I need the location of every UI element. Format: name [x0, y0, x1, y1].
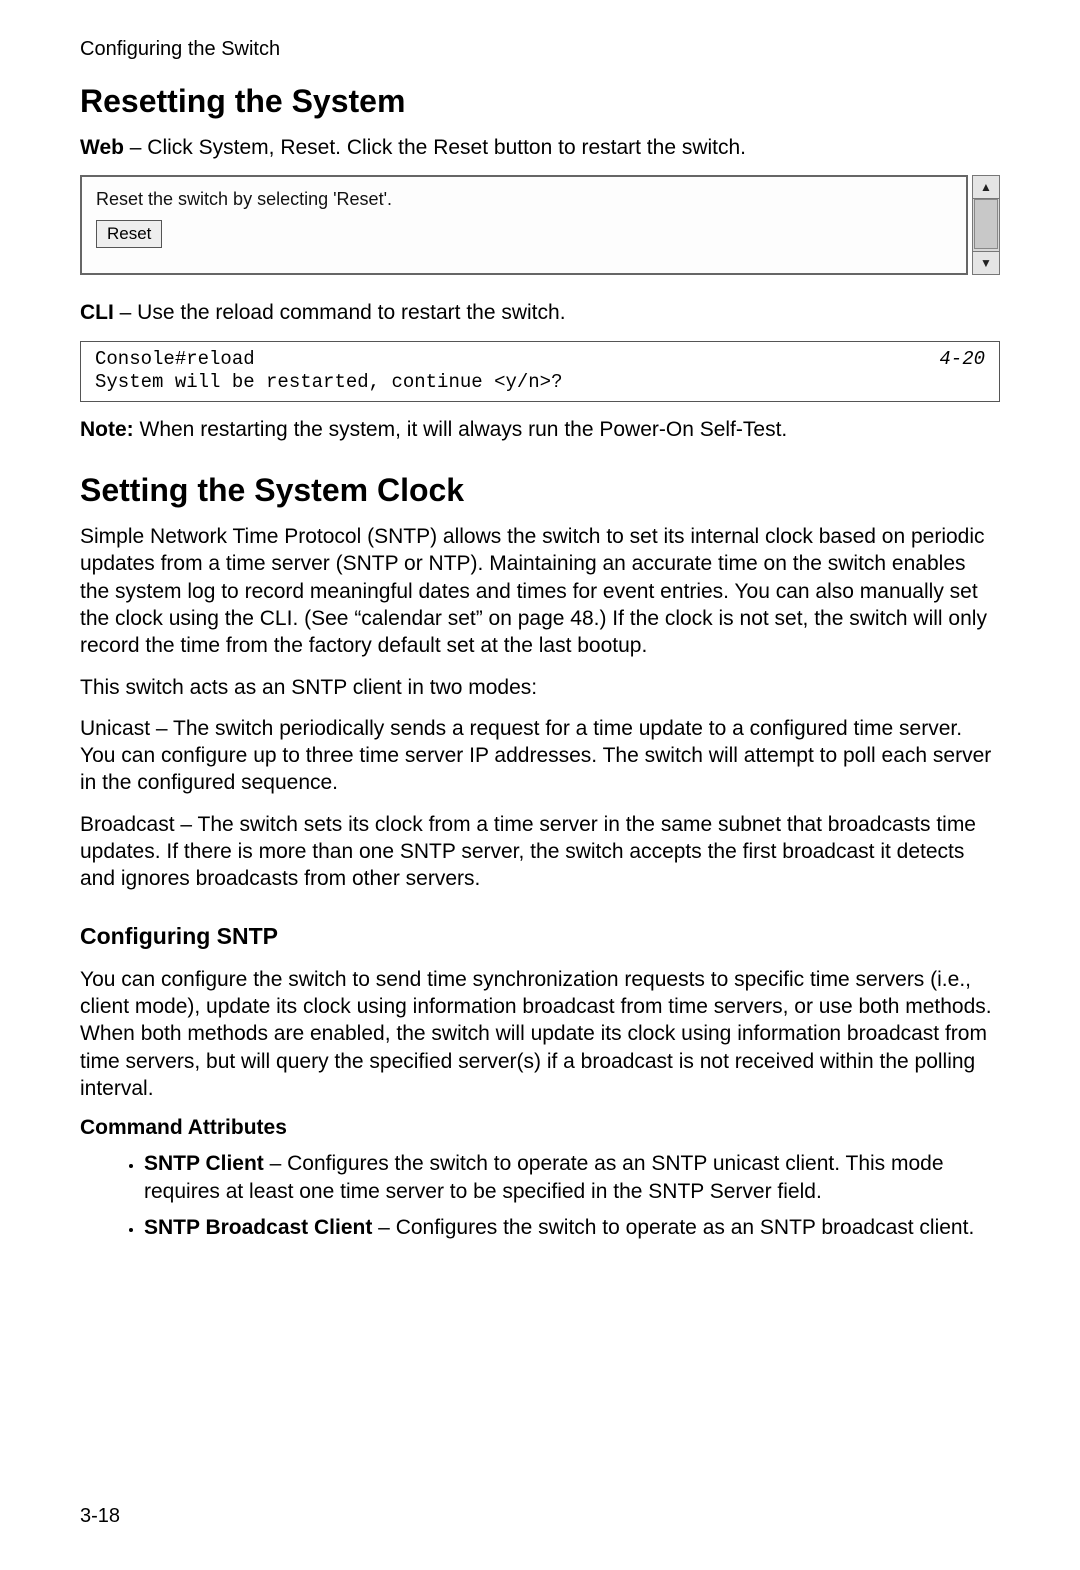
clock-p1: Simple Network Time Protocol (SNTP) allo…: [80, 523, 1000, 659]
heading-resetting-system: Resetting the System: [80, 83, 1000, 120]
clock-p3: Unicast – The switch periodically sends …: [80, 715, 1000, 797]
scroll-track[interactable]: [972, 199, 1000, 251]
scroll-up-button[interactable]: ▲: [972, 175, 1000, 199]
scroll-thumb[interactable]: [974, 199, 998, 249]
scroll-down-button[interactable]: ▼: [972, 251, 1000, 275]
web-instruction: Web – Click System, Reset. Click the Res…: [80, 134, 1000, 161]
cli-label: CLI: [80, 301, 114, 324]
cli-page-ref: 4-20: [939, 348, 985, 372]
command-attributes-list: SNTP Client – Configures the switch to o…: [80, 1150, 1000, 1241]
cli-text: – Use the reload command to restart the …: [114, 301, 566, 324]
attr-label: SNTP Broadcast Client: [144, 1216, 372, 1239]
heading-command-attributes: Command Attributes: [80, 1116, 1000, 1140]
running-header: Configuring the Switch: [80, 38, 1000, 61]
attr-text: – Configures the switch to operate as an…: [372, 1216, 974, 1239]
cli-example-box: Console#reload System will be restarted,…: [80, 341, 1000, 403]
web-label: Web: [80, 136, 124, 159]
heading-system-clock: Setting the System Clock: [80, 472, 1000, 509]
page: Configuring the Switch Resetting the Sys…: [0, 0, 1080, 1570]
note-label: Note:: [80, 418, 134, 441]
cli-instruction: CLI – Use the reload command to restart …: [80, 299, 1000, 326]
sntp-p1: You can configure the switch to send tim…: [80, 966, 1000, 1102]
scrollbar[interactable]: ▲ ▼: [972, 175, 1000, 275]
clock-p2: This switch acts as an SNTP client in tw…: [80, 674, 1000, 701]
reset-button[interactable]: Reset: [96, 220, 162, 248]
attr-label: SNTP Client: [144, 1152, 264, 1175]
web-panel: Reset the switch by selecting 'Reset'. R…: [80, 175, 968, 275]
note: Note: When restarting the system, it wil…: [80, 418, 1000, 442]
note-text: When restarting the system, it will alwa…: [134, 418, 788, 441]
cli-output: Console#reload System will be restarted,…: [95, 348, 562, 396]
web-panel-hint: Reset the switch by selecting 'Reset'.: [96, 189, 952, 210]
list-item: SNTP Client – Configures the switch to o…: [144, 1150, 1000, 1205]
web-screenshot: Reset the switch by selecting 'Reset'. R…: [80, 175, 1000, 275]
attr-text: – Configures the switch to operate as an…: [144, 1152, 944, 1203]
web-text: – Click System, Reset. Click the Reset b…: [124, 136, 746, 159]
heading-configuring-sntp: Configuring SNTP: [80, 923, 1000, 950]
clock-p4: Broadcast – The switch sets its clock fr…: [80, 811, 1000, 893]
list-item: SNTP Broadcast Client – Configures the s…: [144, 1214, 1000, 1242]
page-number: 3-18: [80, 1505, 120, 1528]
